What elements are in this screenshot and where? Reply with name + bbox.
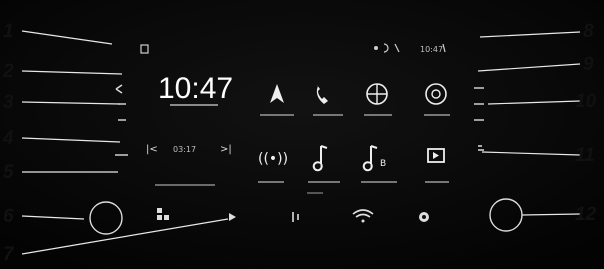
- callout-label-6: 6: [3, 206, 14, 227]
- page-indicator: [307, 192, 323, 194]
- app-label-6: [308, 181, 340, 183]
- callout-label-11: 11: [575, 145, 595, 166]
- radio-icon: ((•)): [258, 151, 288, 167]
- callout-label-7: 7: [3, 244, 14, 265]
- previous-track-icon: |<: [146, 144, 158, 155]
- callout-label-9: 9: [583, 54, 594, 75]
- location-icon: [374, 46, 378, 50]
- app-label-3: [364, 114, 392, 116]
- progress-track: [155, 184, 215, 186]
- bluetooth-badge-icon: B: [380, 159, 386, 169]
- home-grid-icon: [157, 208, 162, 213]
- clock-time: 10:47: [158, 72, 233, 105]
- clock-widget[interactable]: 10:47: [158, 72, 233, 106]
- callout-label-4: 4: [3, 128, 14, 149]
- diagram-stage: 10:47 10:47 |< 03:17 >| ((•)) B 1 2 3 4 …: [0, 0, 604, 269]
- app-label-2: [313, 114, 343, 116]
- callout-label-1: 1: [3, 21, 14, 42]
- next-track-icon: >|: [220, 144, 232, 155]
- app-label-7: [361, 181, 397, 183]
- app-label-5: [258, 181, 284, 183]
- callout-label-3: 3: [3, 92, 14, 113]
- clock-date-placeholder: [170, 104, 218, 106]
- status-time: 10:47: [420, 45, 443, 54]
- app-label-8: [425, 181, 449, 183]
- callout-label-8: 8: [583, 21, 594, 42]
- app-label-4: [424, 114, 450, 116]
- callout-label-12: 12: [575, 204, 597, 225]
- app-label-1: [260, 114, 294, 116]
- callout-label-5: 5: [3, 162, 14, 183]
- callout-label-2: 2: [3, 61, 14, 82]
- callout-label-10: 10: [575, 91, 597, 112]
- track-time: 03:17: [173, 145, 196, 154]
- head-unit-screen: 10:47 10:47 |< 03:17 >| ((•)) B: [0, 0, 604, 269]
